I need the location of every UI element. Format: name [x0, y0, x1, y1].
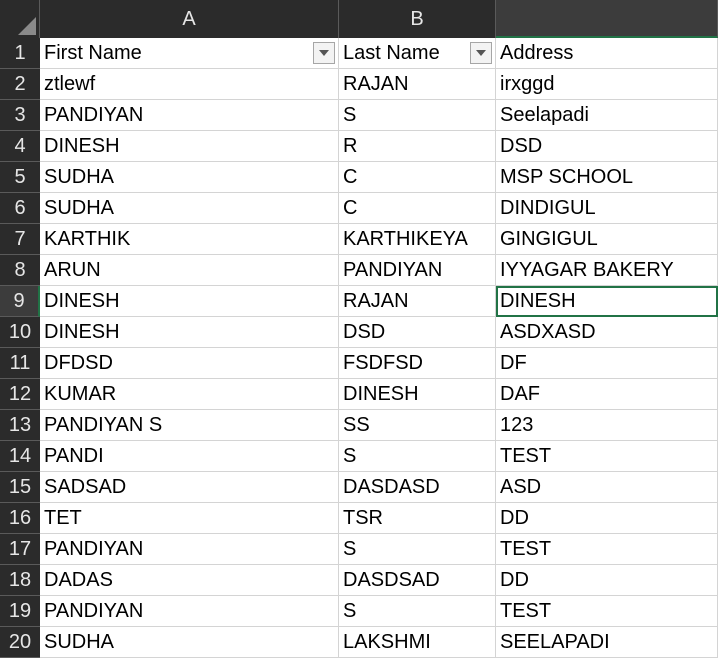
header-label: Address [500, 42, 574, 64]
table-cell[interactable]: TEST [496, 596, 718, 627]
table-cell[interactable]: DINESH [496, 286, 718, 317]
table-cell[interactable]: RAJAN [339, 286, 496, 317]
table-cell[interactable]: LAKSHMI [339, 627, 496, 658]
table-cell[interactable]: SADSAD [40, 472, 339, 503]
table-cell[interactable]: DADAS [40, 565, 339, 596]
header-label: Last Name [343, 42, 440, 64]
table-cell[interactable]: DSD [496, 131, 718, 162]
table-cell[interactable]: DD [496, 565, 718, 596]
table-cell[interactable]: PANDIYAN [40, 534, 339, 565]
row-header[interactable]: 11 [0, 348, 40, 379]
table-cell[interactable]: DASDASD [339, 472, 496, 503]
row-header[interactable]: 16 [0, 503, 40, 534]
row-header[interactable]: 19 [0, 596, 40, 627]
header-cell-address[interactable]: Address [496, 38, 718, 69]
table-cell[interactable]: PANDIYAN [339, 255, 496, 286]
table-cell[interactable]: TEST [496, 534, 718, 565]
header-cell-first-name[interactable]: First Name [40, 38, 339, 69]
table-cell[interactable]: DINESH [40, 131, 339, 162]
table-cell[interactable]: TEST [496, 441, 718, 472]
table-cell[interactable]: PANDI [40, 441, 339, 472]
column-header-c[interactable] [496, 0, 718, 38]
table-cell[interactable]: Seelapadi [496, 100, 718, 131]
table-cell[interactable]: SUDHA [40, 193, 339, 224]
table-cell[interactable]: R [339, 131, 496, 162]
row-header[interactable]: 17 [0, 534, 40, 565]
table-cell[interactable]: S [339, 441, 496, 472]
row-header[interactable]: 2 [0, 69, 40, 100]
table-cell[interactable]: KUMAR [40, 379, 339, 410]
table-cell[interactable]: 123 [496, 410, 718, 441]
table-cell[interactable]: ztlewf [40, 69, 339, 100]
table-cell[interactable]: ARUN [40, 255, 339, 286]
table-cell[interactable]: KARTHIK [40, 224, 339, 255]
table-cell[interactable]: S [339, 100, 496, 131]
filter-dropdown-button[interactable] [470, 42, 492, 64]
table-cell[interactable]: PANDIYAN S [40, 410, 339, 441]
select-all-triangle-icon [18, 17, 36, 35]
table-cell[interactable]: C [339, 162, 496, 193]
row-header[interactable]: 14 [0, 441, 40, 472]
table-cell[interactable]: ASDXASD [496, 317, 718, 348]
table-cell[interactable]: DAF [496, 379, 718, 410]
row-header[interactable]: 18 [0, 565, 40, 596]
table-cell[interactable]: DINESH [339, 379, 496, 410]
table-cell[interactable]: S [339, 534, 496, 565]
row-header[interactable]: 8 [0, 255, 40, 286]
table-cell[interactable]: DINESH [40, 286, 339, 317]
table-cell[interactable]: ASD [496, 472, 718, 503]
table-cell[interactable]: TET [40, 503, 339, 534]
header-label: First Name [44, 42, 142, 64]
table-cell[interactable]: SUDHA [40, 162, 339, 193]
row-header[interactable]: 6 [0, 193, 40, 224]
table-cell[interactable]: SEELAPADI [496, 627, 718, 658]
row-header[interactable]: 4 [0, 131, 40, 162]
table-cell[interactable]: DD [496, 503, 718, 534]
table-cell[interactable]: DF [496, 348, 718, 379]
table-cell[interactable]: DINESH [40, 317, 339, 348]
table-cell[interactable]: GINGIGUL [496, 224, 718, 255]
row-header[interactable]: 9 [0, 286, 40, 317]
row-header[interactable]: 3 [0, 100, 40, 131]
table-cell[interactable]: S [339, 596, 496, 627]
table-cell[interactable]: TSR [339, 503, 496, 534]
chevron-down-icon [476, 50, 486, 56]
row-header[interactable]: 13 [0, 410, 40, 441]
table-cell[interactable]: SS [339, 410, 496, 441]
row-header[interactable]: 7 [0, 224, 40, 255]
table-cell[interactable]: PANDIYAN [40, 100, 339, 131]
column-header-a[interactable]: A [40, 0, 339, 38]
row-header[interactable]: 12 [0, 379, 40, 410]
table-cell[interactable]: KARTHIKEYA [339, 224, 496, 255]
select-all-corner[interactable] [0, 0, 40, 38]
header-cell-last-name[interactable]: Last Name [339, 38, 496, 69]
table-cell[interactable]: PANDIYAN [40, 596, 339, 627]
table-cell[interactable]: irxggd [496, 69, 718, 100]
table-cell[interactable]: DASDSAD [339, 565, 496, 596]
row-header[interactable]: 15 [0, 472, 40, 503]
table-cell[interactable]: RAJAN [339, 69, 496, 100]
table-cell[interactable]: C [339, 193, 496, 224]
row-header[interactable]: 20 [0, 627, 40, 658]
table-cell[interactable]: SUDHA [40, 627, 339, 658]
table-cell[interactable]: DFDSD [40, 348, 339, 379]
row-header[interactable]: 5 [0, 162, 40, 193]
filter-dropdown-button[interactable] [313, 42, 335, 64]
table-cell[interactable]: FSDFSD [339, 348, 496, 379]
table-cell[interactable]: DINDIGUL [496, 193, 718, 224]
spreadsheet-grid[interactable]: A B 1 First Name Last Name Address 2 ztlewf RA… [0, 0, 718, 658]
table-cell[interactable]: MSP SCHOOL [496, 162, 718, 193]
table-cell[interactable]: IYYAGAR BAKERY [496, 255, 718, 286]
row-header[interactable]: 10 [0, 317, 40, 348]
table-cell[interactable]: DSD [339, 317, 496, 348]
chevron-down-icon [319, 50, 329, 56]
row-header[interactable]: 1 [0, 38, 40, 69]
column-header-b[interactable]: B [339, 0, 496, 38]
